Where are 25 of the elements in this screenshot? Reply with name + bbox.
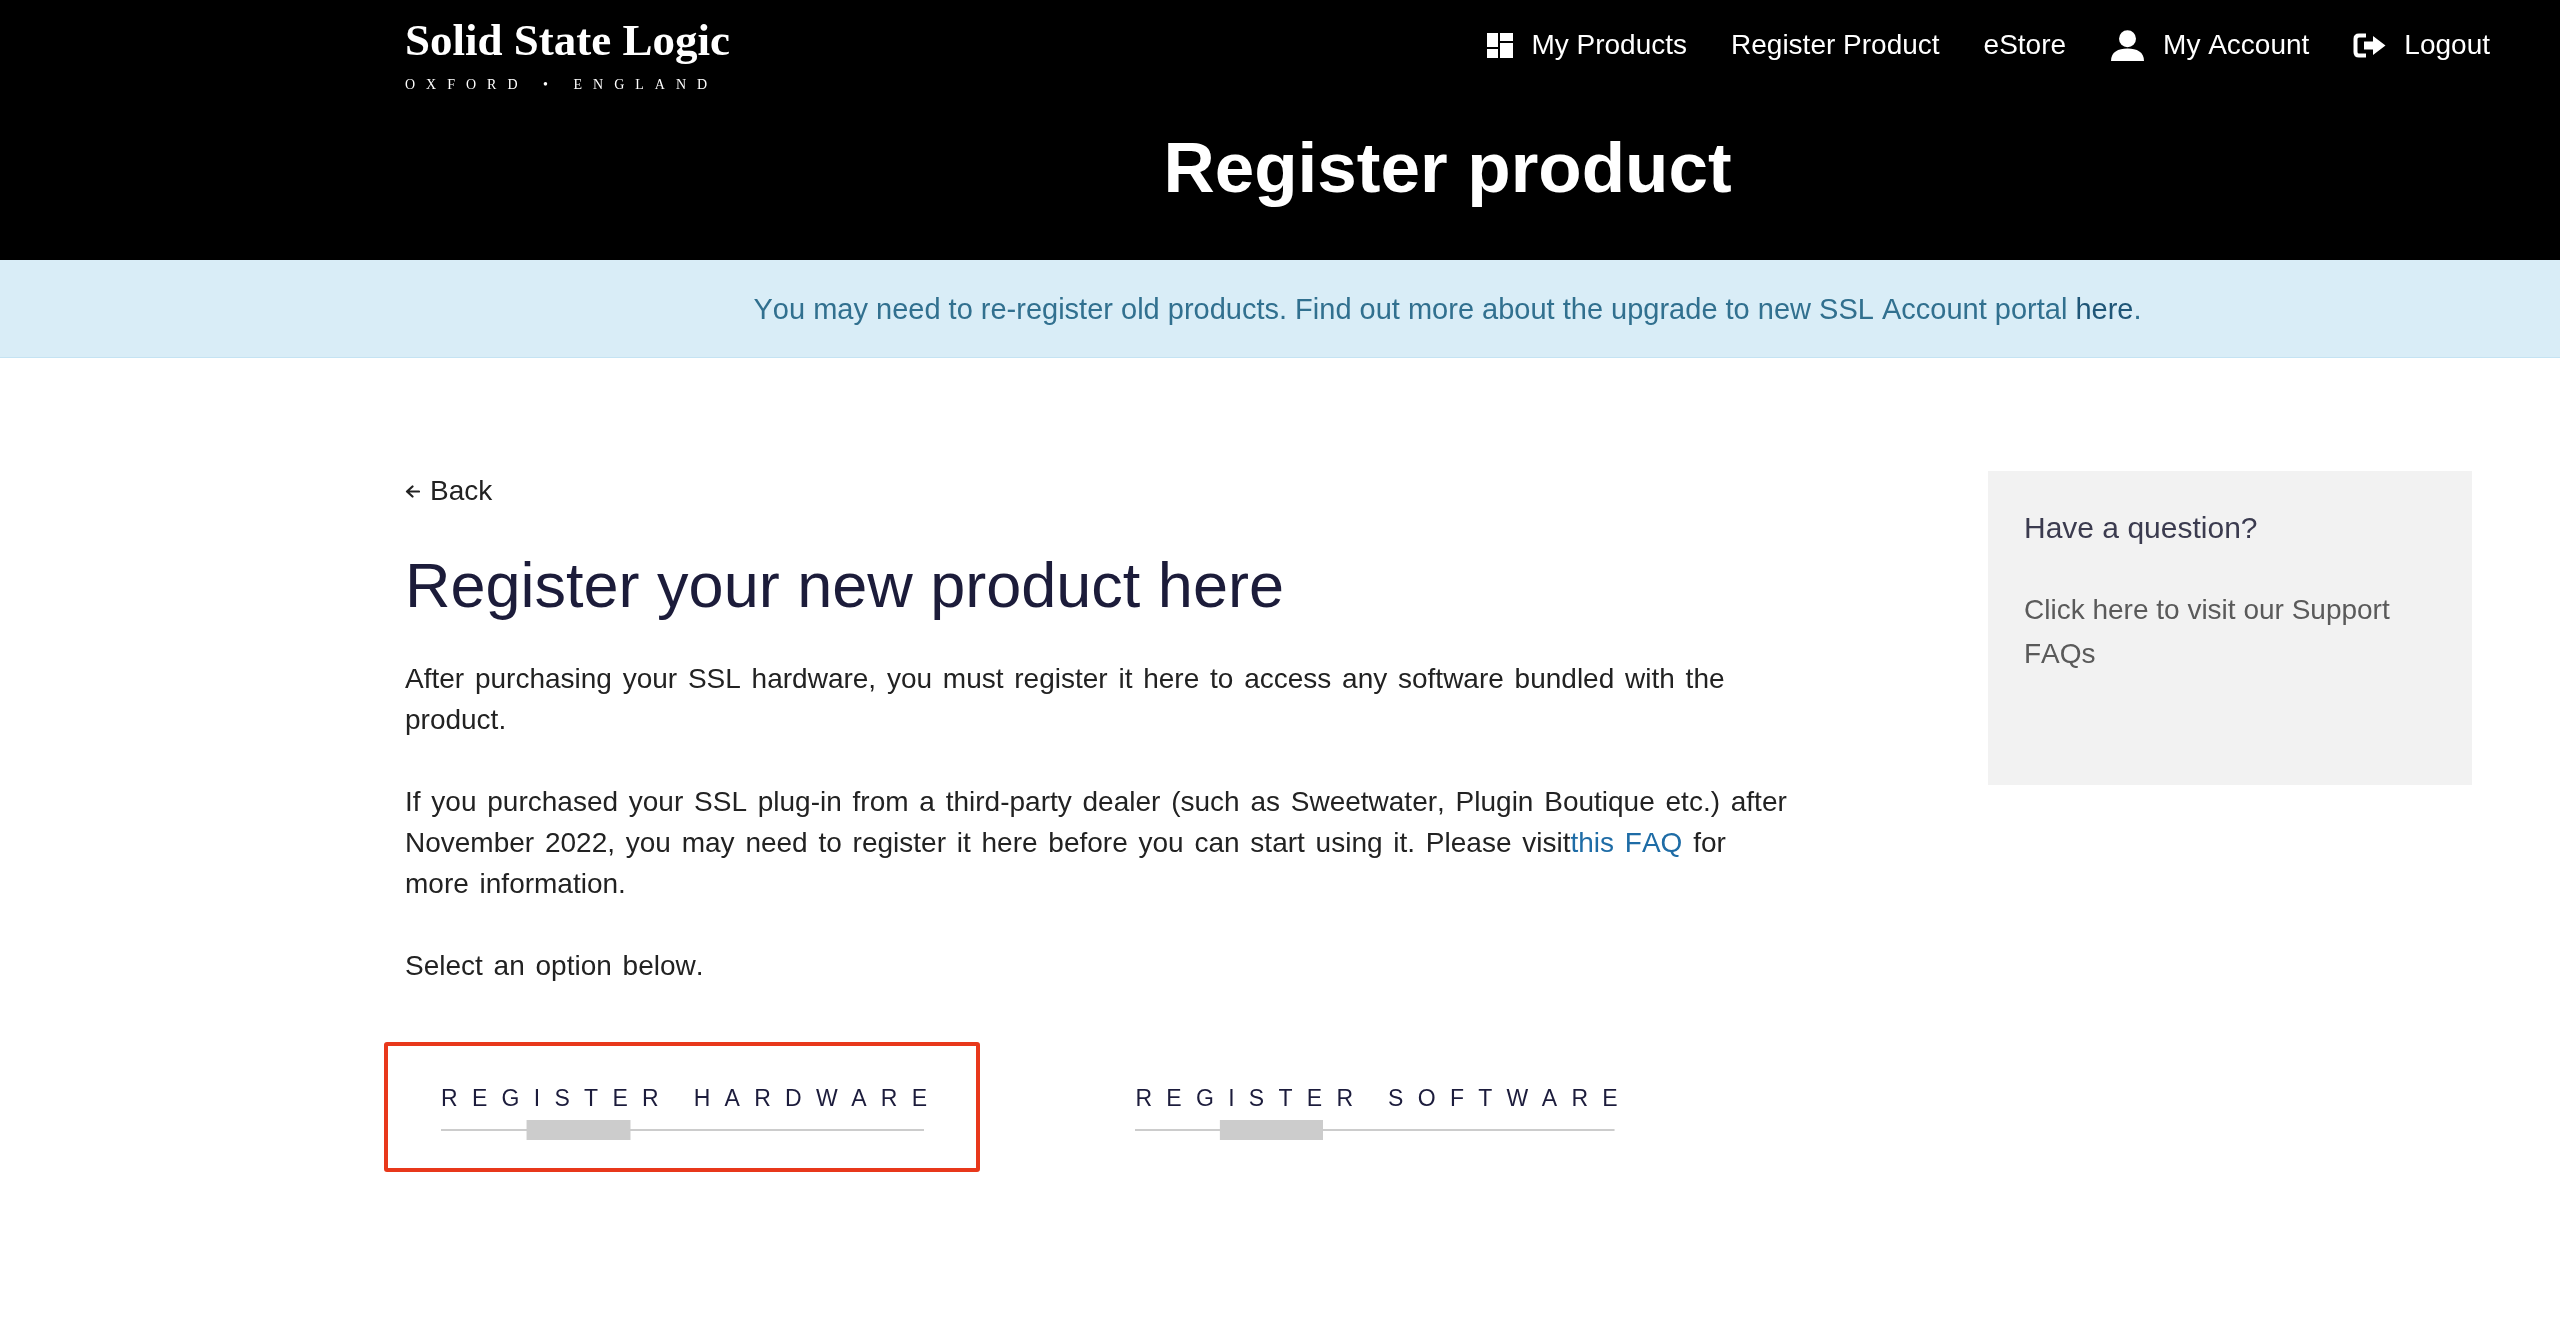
logout-icon xyxy=(2353,32,2387,58)
register-option-button[interactable]: REGISTER HARDWARE xyxy=(384,1042,981,1172)
notice-link[interactable]: here xyxy=(2075,292,2134,325)
body-text: Select an option below. xyxy=(405,949,705,983)
nav-link[interactable]: My Account xyxy=(2110,28,2310,62)
notice-text: You may need to re-register old products. Find out more about the upgrade to new SSL Account portal here. xyxy=(753,291,2142,327)
body-text: After purchasing your SSL hardware, you must register it here to access any software bundled with the product. xyxy=(405,662,1726,737)
brand-logo[interactable]: Solid State Logic OXFORD • ENGLAND xyxy=(405,18,731,93)
dashboard-grid-icon xyxy=(1487,32,1514,58)
nav-link[interactable]: Logout xyxy=(2353,28,2490,62)
nav-link[interactable]: eStore xyxy=(1983,28,2067,62)
faq-link[interactable]: this FAQ xyxy=(1570,827,1683,858)
back-link[interactable]: Back xyxy=(405,471,493,511)
register-option-button[interactable]: REGISTER SOFTWARE xyxy=(1078,1042,1671,1172)
nav-link[interactable]: Register Product xyxy=(1731,28,1940,62)
support-faq-link[interactable]: Click here to visit our Support FAQs xyxy=(2024,588,2436,676)
body-text: If you purchased your SSL plug-in from a third-party dealer (such as Sweetwater, Plugin Boutique etc.) after November 2022, you may need to register it here before you can start using it. Please visitthis FAQ for more information. xyxy=(405,785,1788,901)
page-title: Register product xyxy=(1162,128,1733,208)
nav-link[interactable]: My Products xyxy=(1487,28,1688,62)
help-heading: Have a question? xyxy=(2024,510,2259,546)
underline-bar-icon xyxy=(441,1120,925,1140)
section-heading: Register your new product here xyxy=(405,549,1285,621)
arrow-left-icon xyxy=(405,484,420,498)
underline-bar-icon xyxy=(1135,1120,1615,1140)
user-icon xyxy=(2110,29,2146,61)
